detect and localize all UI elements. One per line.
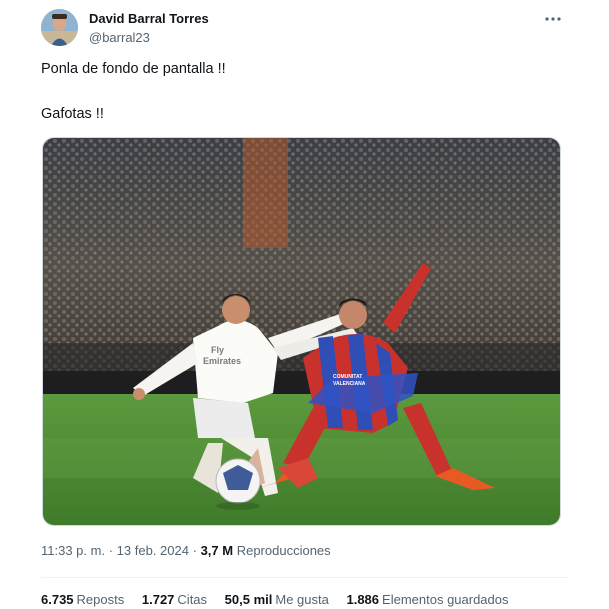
author-avatar[interactable] [41, 9, 78, 46]
reposts-label: Reposts [76, 592, 125, 607]
opponent-sponsor-1: COMUNITAT [333, 374, 362, 380]
tweet-time[interactable]: 11:33 p. m. [41, 543, 105, 558]
tweet-date[interactable]: 13 feb. 2024 [117, 543, 189, 558]
meta-separator: · [108, 543, 114, 558]
meta-separator: · [192, 543, 197, 558]
reposts-stat[interactable]: 6.735 Reposts [41, 592, 124, 607]
white-jersey-sponsor-2: Emirates [203, 356, 241, 366]
tweet-photo[interactable]: Fly Emirates COMUNITAT VALENCIANA [42, 137, 561, 526]
tweet-card: David Barral Torres @barral23 Ponla de f… [0, 0, 609, 609]
likes-stat[interactable]: 50,5 mil Me gusta [225, 592, 329, 607]
author-name[interactable]: David Barral Torres [89, 11, 209, 26]
bookmarks-label: Elementos guardados [382, 592, 509, 607]
divider [41, 577, 569, 578]
views-label: Reproducciones [236, 543, 331, 558]
bookmarks-stat[interactable]: 1.886 Elementos guardados [346, 592, 508, 607]
reposts-count: 6.735 [41, 592, 74, 607]
quotes-count: 1.727 [141, 592, 175, 607]
opponent-sponsor-2: VALENCIANA [333, 381, 366, 387]
white-jersey-sponsor-1: Fly [211, 345, 224, 355]
more-options-icon[interactable] [544, 12, 562, 24]
bookmarks-count: 1.886 [346, 592, 380, 607]
quotes-stat[interactable]: 1.727 Citas [142, 592, 207, 607]
football-photo: Fly Emirates COMUNITAT VALENCIANA [43, 138, 560, 525]
tweet-meta: 11:33 p. m. · 13 feb. 2024 · 3,7 M Repro… [41, 543, 331, 558]
tweet-text-line-2: Gafotas !! [41, 106, 104, 122]
tweet-text-line-1: Ponla de fondo de pantalla !! [41, 61, 226, 77]
likes-count: 50,5 mil [224, 592, 273, 607]
avatar-image [41, 9, 78, 46]
tweet-stats: 6.735 Reposts 1.727 Citas 50,5 mil Me gusta… [41, 592, 523, 607]
views-count: 3,7 M [200, 543, 234, 558]
quotes-label: Citas [177, 592, 208, 607]
likes-label: Me gusta [275, 592, 329, 607]
author-handle[interactable]: @barral23 [89, 30, 150, 45]
